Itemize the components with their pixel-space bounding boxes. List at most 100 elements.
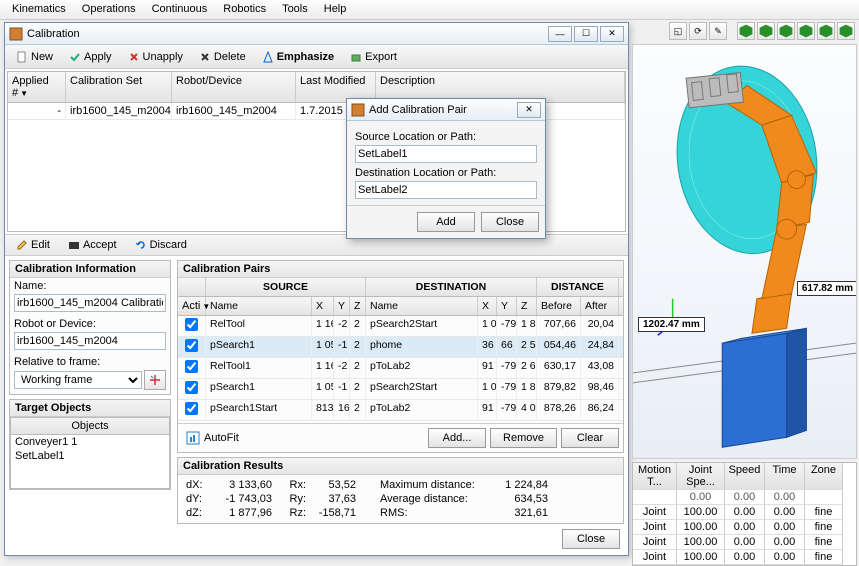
dest-group-header: DESTINATION [366,278,537,296]
col-sy[interactable]: Y [334,297,350,315]
ry-value: 37,63 [306,493,356,505]
col-after[interactable]: After [581,297,619,315]
avg-label: Average distance: [380,493,490,505]
joint-row[interactable]: Joint100.000.000.00fine [633,535,856,550]
dialog-add-button[interactable]: Add [417,212,475,232]
menubar: Kinematics Operations Continuous Robotic… [0,0,859,20]
source-input[interactable] [355,145,537,163]
pairs-remove-button[interactable]: Remove [490,428,557,448]
frame-pick-button[interactable] [144,370,166,390]
toolbar-cube5-icon[interactable] [817,22,835,40]
toolbar-cube3-icon[interactable] [777,22,795,40]
menu-kinematics[interactable]: Kinematics [4,0,74,19]
joint-row[interactable]: Joint100.000.000.00fine [633,520,856,535]
col-applied[interactable]: Applied #▼ [8,72,66,102]
rx-value: 53,52 [306,479,356,491]
pairs-clear-button[interactable]: Clear [561,428,619,448]
col-sname[interactable]: Name [206,297,312,315]
dialog-close-button[interactable]: Close [481,212,539,232]
dest-input[interactable] [355,181,537,199]
dz-label: dZ: [186,507,214,519]
dimension-label-2: 1202.47 mm [638,317,705,332]
col-speed[interactable]: Speed [725,463,765,490]
add-pair-dialog: Add Calibration Pair ✕ Source Location o… [346,98,546,239]
dy-label: dY: [186,493,214,505]
rz-value: -158,71 [306,507,356,519]
pair-row[interactable]: pSearch11 05-12pSearch2Start1 0-791 8879… [178,379,623,400]
joint-row[interactable]: 0.00 0.00 0.00 [633,490,856,505]
calibration-title: Calibration [27,28,80,40]
close-window-button[interactable]: ✕ [600,26,624,42]
col-robot[interactable]: Robot/Device [172,72,296,102]
name-input[interactable] [14,294,166,312]
col-dx[interactable]: X [478,297,497,315]
pair-row[interactable]: RelTool11 16-22pToLab291-792 6630,1743,0… [178,358,623,379]
maximize-button[interactable]: ☐ [574,26,598,42]
minimize-button[interactable]: — [548,26,572,42]
pair-row[interactable]: pSearch1Start813162pToLab291-794 0878,26… [178,400,623,421]
edit-button[interactable]: Edit [9,236,57,254]
calibration-results-panel: Calibration Results dX:3 133,60Rx:53,52 … [177,457,624,524]
emphasize-button[interactable]: Emphasize [255,48,341,66]
target-object-item[interactable]: SetLabel1 [11,449,169,463]
toolbar-refresh-icon[interactable]: ⟳ [689,22,707,40]
new-button[interactable]: New [9,48,60,66]
source-group-header: SOURCE [206,278,366,296]
autofit-button[interactable]: AutoFit [204,432,239,444]
menu-operations[interactable]: Operations [74,0,144,19]
toolbar-cube1-icon[interactable] [737,22,755,40]
menu-help[interactable]: Help [316,0,355,19]
dialog-close-icon[interactable]: ✕ [517,102,541,118]
discard-button[interactable]: Discard [128,236,194,254]
3d-viewport[interactable]: 617.82 mm 1202.47 mm [632,44,857,459]
robot-input[interactable] [14,332,166,350]
pair-active-checkbox[interactable] [178,316,206,336]
dist-group-header: DISTANCE [537,278,619,296]
dx-value: 3 133,60 [214,479,272,491]
col-set[interactable]: Calibration Set [66,72,172,102]
dialog-title: Add Calibration Pair [369,104,467,116]
toolbar-cube4-icon[interactable] [797,22,815,40]
pairs-add-button[interactable]: Add... [428,428,486,448]
frame-label: Relative to frame: [10,354,170,370]
unapply-button[interactable]: Unapply [121,48,190,66]
menu-tools[interactable]: Tools [274,0,316,19]
accept-button[interactable]: Accept [61,236,124,254]
calibration-info-panel: Calibration Information Name: Robot or D… [9,260,171,395]
pair-row[interactable]: pSearch11 05-12phome36662 5054,4624,84 [178,337,623,358]
col-before[interactable]: Before [537,297,581,315]
col-sx[interactable]: X [312,297,334,315]
apply-button[interactable]: Apply [62,48,119,66]
frame-select[interactable]: Working frame [14,371,142,389]
menu-continuous[interactable]: Continuous [144,0,216,19]
toolbar-note-icon[interactable]: ✎ [709,22,727,40]
pair-active-checkbox[interactable] [178,400,206,420]
target-object-item[interactable]: Conveyer1 1 [11,435,169,449]
autofit-icon [186,431,200,445]
pair-active-checkbox[interactable] [178,337,206,357]
pair-active-checkbox[interactable] [178,379,206,399]
menu-robotics[interactable]: Robotics [215,0,274,19]
col-dname[interactable]: Name [366,297,478,315]
col-joint-speed[interactable]: Joint Spe... [677,463,725,490]
export-button[interactable]: Export [343,48,404,66]
col-dy[interactable]: Y [497,297,517,315]
col-active[interactable]: Acti▼ [178,297,206,315]
toolbar-cube6-icon[interactable] [837,22,855,40]
col-zone[interactable]: Zone [805,463,843,490]
col-dz[interactable]: Z [517,297,537,315]
close-button[interactable]: Close [562,529,620,549]
col-sz[interactable]: Z [350,297,366,315]
joint-row[interactable]: Joint100.000.000.00fine [633,550,856,565]
max-label: Maximum distance: [380,479,490,491]
col-motion-type[interactable]: Motion T... [633,463,677,490]
pair-row[interactable]: RelTool1 16-22pSearch2Start1 0-791 8707,… [178,316,623,337]
joint-row[interactable]: Joint100.000.000.00fine [633,505,856,520]
toolbar-fit-icon[interactable]: ◱ [669,22,687,40]
delete-button[interactable]: Delete [192,48,253,66]
toolbar-cube2-icon[interactable] [757,22,775,40]
pair-active-checkbox[interactable] [178,358,206,378]
calibration-pairs-panel: Calibration Pairs SOURCE DESTINATION DIS… [177,260,624,453]
objects-header[interactable]: Objects [11,418,169,435]
col-time[interactable]: Time [765,463,805,490]
